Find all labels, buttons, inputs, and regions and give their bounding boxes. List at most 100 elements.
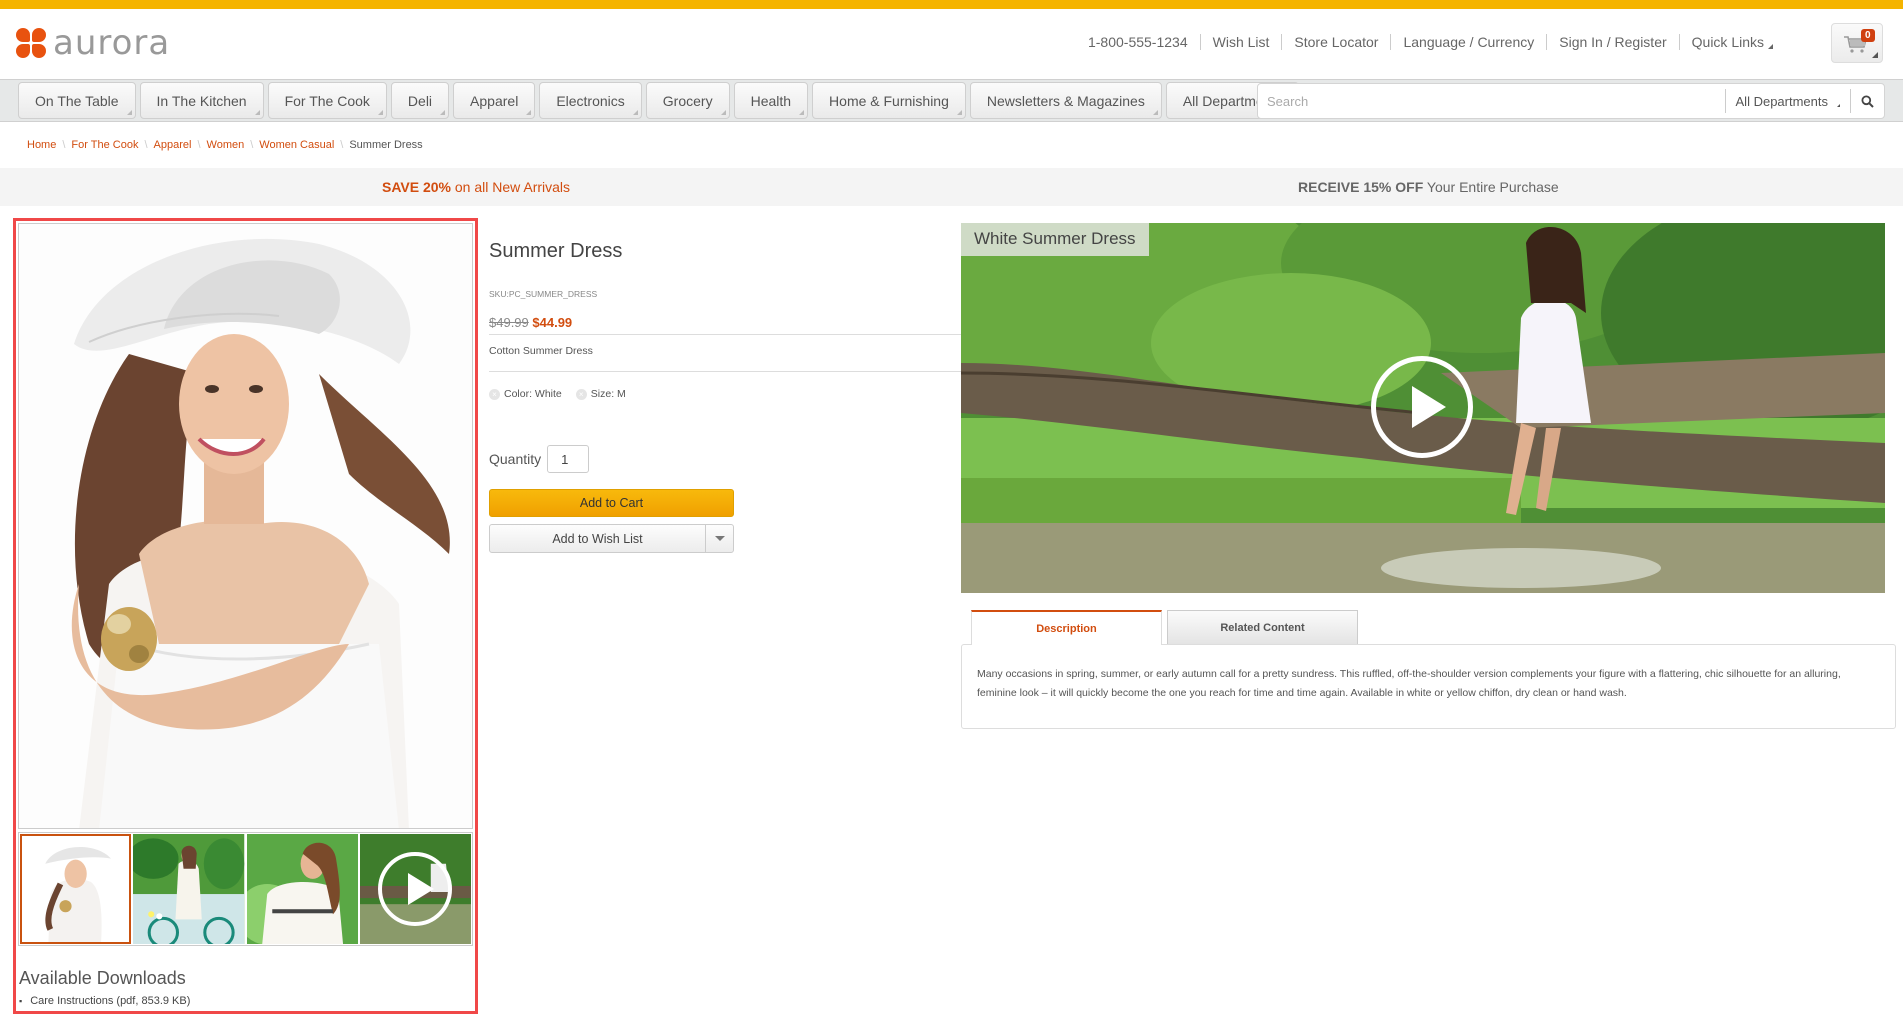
utility-links: 1-800-555-1234 Wish List Store Locator L… xyxy=(1076,34,1785,50)
phone-number: 1-800-555-1234 xyxy=(1087,34,1188,50)
product-info: Summer Dress SKU:PC_SUMMER_DRESS $49.99 … xyxy=(489,240,961,400)
product-price: $49.99 $44.99 xyxy=(489,315,961,335)
search-department-select[interactable]: All Departments xyxy=(1724,89,1850,113)
breadcrumb-women[interactable]: Women xyxy=(207,139,245,151)
breadcrumb-separator: \ xyxy=(62,139,66,151)
promo-text: on all New Arrivals xyxy=(451,179,571,195)
dropdown-corner-icon xyxy=(126,110,132,115)
breadcrumb-apparel[interactable]: Apparel xyxy=(154,139,192,151)
nav-tab-label: Electronics xyxy=(556,92,625,109)
dropdown-corner-icon xyxy=(956,110,962,115)
woman-in-white-hat-image xyxy=(19,224,472,828)
aurora-logo[interactable]: aurora xyxy=(16,26,170,60)
thumbnail-1[interactable] xyxy=(20,834,132,944)
tab-related-content[interactable]: Related Content xyxy=(1167,610,1358,644)
nav-tab-label: Deli xyxy=(407,92,433,109)
remove-icon: × xyxy=(489,388,500,400)
department-navbar: On The Table In The Kitchen For The Cook… xyxy=(0,79,1903,122)
remove-icon: × xyxy=(575,388,587,400)
shopping-cart-button[interactable]: 0 xyxy=(1831,23,1883,63)
store-locator-link[interactable]: Store Locator xyxy=(1282,34,1390,50)
nav-tab-newsletters-magazines[interactable]: Newsletters & Magazines xyxy=(969,82,1162,119)
nav-tab-label: In The Kitchen xyxy=(156,92,247,109)
tab-description[interactable]: Description xyxy=(971,610,1162,645)
nav-tab-electronics[interactable]: Electronics xyxy=(539,82,642,119)
nav-tab-label: Grocery xyxy=(662,92,713,109)
care-instructions-link[interactable]: Care Instructions (pdf, 853.9 KB) xyxy=(30,995,190,1007)
dropdown-corner-icon xyxy=(526,110,532,115)
product-sku: SKU:PC_SUMMER_DRESS xyxy=(489,289,598,299)
nav-tab-label: Apparel xyxy=(470,92,519,109)
logo-icon xyxy=(16,28,46,58)
breadcrumb-home[interactable]: Home xyxy=(27,139,56,151)
download-item: Care Instructions (pdf, 853.9 KB) xyxy=(19,995,190,1007)
breadcrumb-women-casual[interactable]: Women Casual xyxy=(259,139,334,151)
thumbnail-video[interactable] xyxy=(359,834,471,944)
nav-tab-label: For The Cook xyxy=(284,92,370,109)
promo-highlight: SAVE 20% xyxy=(382,179,451,195)
attribute-color[interactable]: × Color: White xyxy=(489,388,562,400)
chevron-down-icon xyxy=(714,536,725,541)
description-text: Many occasions in spring, summer, or ear… xyxy=(977,668,1841,699)
product-gallery: Available Downloads Care Instructions (p… xyxy=(13,218,478,1014)
quantity-input[interactable] xyxy=(547,445,590,473)
search-button[interactable] xyxy=(1850,89,1884,113)
thumbnail-image xyxy=(133,834,245,944)
quantity-row: Quantity xyxy=(489,445,590,473)
nav-tab-home-furnishing[interactable]: Home & Furnishing xyxy=(812,82,966,119)
add-to-wish-list-label: Add to Wish List xyxy=(552,531,643,546)
thumbnail-2[interactable] xyxy=(133,834,245,944)
nav-tab-health[interactable]: Health xyxy=(733,82,809,119)
thumbnail-image xyxy=(20,834,132,944)
attribute-label: Size: M xyxy=(590,388,626,400)
breadcrumb-for-the-cook[interactable]: For The Cook xyxy=(71,139,138,151)
product-title: Summer Dress xyxy=(489,240,623,262)
play-icon[interactable] xyxy=(1371,356,1473,458)
cart-count-badge: 0 xyxy=(1861,29,1875,42)
dropdown-corner-icon xyxy=(1837,103,1840,107)
quick-links-label: Quick Links xyxy=(1691,34,1764,50)
nav-tab-deli[interactable]: Deli xyxy=(390,82,450,119)
video-title: White Summer Dress xyxy=(961,223,1149,256)
promo-entire-purchase[interactable]: RECEIVE 15% OFF Your Entire Purchase xyxy=(1298,179,1559,195)
nav-tab-in-the-kitchen[interactable]: In The Kitchen xyxy=(139,82,264,119)
top-accent-stripe xyxy=(0,0,1903,9)
nav-tab-label: Newsletters & Magazines xyxy=(986,92,1145,109)
thumbnail-3[interactable] xyxy=(246,834,358,944)
description-panel: Many occasions in spring, summer, or ear… xyxy=(961,644,1896,729)
nav-tab-on-the-table[interactable]: On The Table xyxy=(18,82,136,119)
play-icon xyxy=(378,852,453,926)
wish-list-dropdown-toggle[interactable] xyxy=(705,525,733,552)
nav-tab-grocery[interactable]: Grocery xyxy=(645,82,730,119)
dropdown-corner-icon xyxy=(440,110,446,115)
thumbnail-image xyxy=(246,834,358,944)
nav-tab-apparel[interactable]: Apparel xyxy=(453,82,536,119)
wish-list-link[interactable]: Wish List xyxy=(1201,34,1282,50)
dropdown-corner-icon xyxy=(254,110,260,115)
original-price: $49.99 xyxy=(489,315,529,330)
nav-tab-label: Home & Furnishing xyxy=(829,92,949,109)
downloads-list: Care Instructions (pdf, 853.9 KB) xyxy=(19,995,190,1007)
breadcrumb-current: Summer Dress xyxy=(349,139,423,151)
add-to-cart-button[interactable]: Add to Cart xyxy=(489,489,734,517)
promo-new-arrivals[interactable]: SAVE 20% on all New Arrivals xyxy=(382,179,570,195)
promo-banner: SAVE 20% on all New Arrivals RECEIVE 15%… xyxy=(0,168,1903,206)
main-product-image[interactable] xyxy=(18,223,473,829)
thumbnail-strip xyxy=(18,832,473,946)
breadcrumb-separator: \ xyxy=(250,139,254,151)
language-currency-link[interactable]: Language / Currency xyxy=(1391,34,1546,50)
selected-attributes: × Color: White × Size: M xyxy=(489,388,961,400)
sign-in-register-link[interactable]: Sign In / Register xyxy=(1547,34,1678,50)
quick-links-menu[interactable]: Quick Links xyxy=(1680,34,1785,50)
nav-tab-label: Health xyxy=(750,92,792,109)
product-tabs: Description Related Content xyxy=(971,610,1363,645)
promo-highlight: RECEIVE 15% OFF xyxy=(1298,179,1424,195)
search-input[interactable] xyxy=(1258,86,1725,116)
add-to-wish-list-button[interactable]: Add to Wish List xyxy=(489,524,734,553)
nav-tab-for-the-cook[interactable]: For The Cook xyxy=(267,82,387,119)
attribute-size[interactable]: × Size: M xyxy=(575,388,626,400)
available-downloads-heading: Available Downloads xyxy=(19,968,186,988)
dropdown-corner-icon xyxy=(632,110,638,115)
product-video[interactable]: White Summer Dress xyxy=(961,223,1885,593)
attribute-label: Color: White xyxy=(504,388,562,400)
